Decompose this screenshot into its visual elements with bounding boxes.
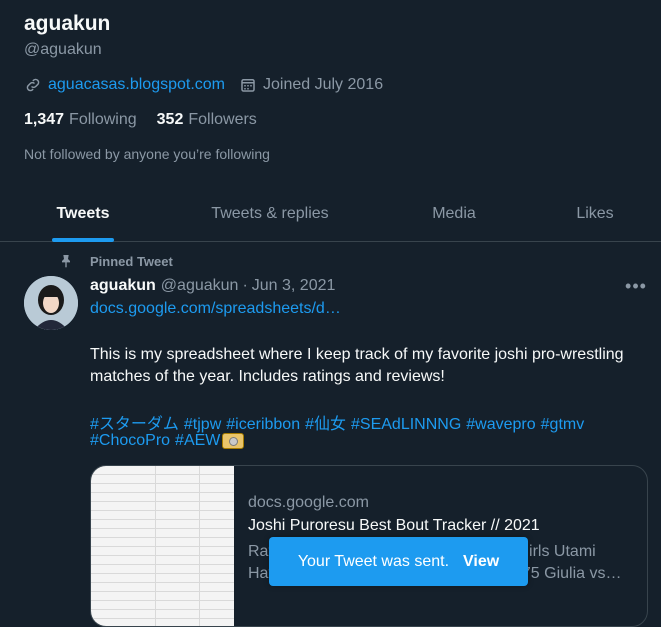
tab-tweets-and-replies[interactable]: Tweets & replies bbox=[200, 186, 340, 241]
hashtags-line-2: #ChocoPro #AEW bbox=[90, 432, 245, 450]
tweet-text: This is my spreadsheet where I keep trac… bbox=[90, 346, 624, 385]
hashtags-line-1: #スターダム #tjpw #iceribbon #仙女 #SEAdLINNNG #wave… bbox=[90, 410, 589, 434]
hashtag[interactable]: #tjpw bbox=[184, 416, 221, 433]
tab-likes-label: Likes bbox=[576, 204, 614, 222]
tab-replies-label: Tweets & replies bbox=[211, 204, 329, 222]
spreadsheet-thumbnail bbox=[91, 466, 234, 626]
active-tab-indicator bbox=[52, 238, 114, 242]
hashtag[interactable]: #スターダム bbox=[90, 416, 179, 433]
joined-item: Joined July 2016 bbox=[239, 76, 383, 94]
tweet-date[interactable]: Jun 3, 2021 bbox=[252, 277, 336, 295]
hashtag[interactable]: #AEW bbox=[175, 432, 220, 450]
website-item[interactable]: aguacasas.blogspot.com bbox=[24, 76, 225, 94]
card-domain: docs.google.com bbox=[248, 494, 369, 511]
following-count: 1,347 bbox=[24, 111, 65, 128]
followed-by-note: Not followed by anyone you’re following bbox=[24, 146, 270, 162]
pinned-label: Pinned Tweet bbox=[90, 253, 173, 269]
tab-tweets-label: Tweets bbox=[56, 204, 110, 222]
link-icon bbox=[26, 78, 40, 92]
tab-tweets[interactable]: Tweets bbox=[52, 186, 114, 242]
profile-tabs: Tweets Tweets & replies Media Likes bbox=[0, 186, 661, 242]
avatar-image bbox=[24, 276, 78, 330]
tweet-link[interactable]: docs.google.com/spreadsheets/d… bbox=[90, 300, 341, 318]
tweet-separator: · bbox=[242, 277, 248, 294]
toast-message: Your Tweet was sent. bbox=[297, 552, 450, 570]
championship-belt-icon bbox=[222, 433, 245, 449]
tweet-header: aguakun @aguakun · Jun 3, 2021 bbox=[90, 277, 335, 295]
following-link[interactable]: 1,347 Following bbox=[24, 111, 137, 129]
tweet-author-name[interactable]: aguakun bbox=[90, 277, 156, 295]
toast-view-button[interactable]: View bbox=[463, 553, 499, 571]
calendar-icon bbox=[241, 79, 255, 92]
tweet-author-handle[interactable]: @aguakun bbox=[161, 277, 239, 295]
hashtag[interactable]: #iceribbon bbox=[226, 416, 300, 433]
followers-link[interactable]: 352 Followers bbox=[157, 111, 257, 129]
tab-likes[interactable]: Likes bbox=[566, 186, 624, 241]
followers-count: 352 bbox=[156, 111, 184, 128]
card-title: Joshi Puroresu Best Bout Tracker // 2021 bbox=[248, 517, 540, 534]
profile-meta-row: aguacasas.blogspot.com Joined July 2016 bbox=[24, 76, 397, 94]
profile-display-name: aguakun bbox=[24, 12, 111, 35]
hashtag[interactable]: #SEAdLINNNG bbox=[351, 416, 461, 433]
pinned-indicator: Pinned Tweet bbox=[58, 253, 173, 269]
website-link[interactable]: aguacasas.blogspot.com bbox=[48, 76, 225, 94]
following-label: Following bbox=[69, 111, 137, 128]
tab-media-label: Media bbox=[432, 204, 476, 222]
hashtag[interactable]: #gtmv bbox=[541, 416, 585, 433]
joined-date: Joined July 2016 bbox=[263, 76, 384, 93]
tab-media[interactable]: Media bbox=[420, 186, 488, 241]
avatar[interactable] bbox=[24, 276, 78, 330]
profile-handle: @aguakun bbox=[24, 41, 102, 58]
followers-label: Followers bbox=[188, 111, 257, 128]
follow-counts: 1,347 Following 352 Followers bbox=[24, 111, 277, 129]
hashtag[interactable]: #wavepro bbox=[466, 416, 535, 433]
tweet-sent-toast: Your Tweet was sent. View bbox=[269, 537, 528, 586]
hashtag[interactable]: #仙女 bbox=[305, 416, 346, 433]
hashtag[interactable]: #ChocoPro bbox=[90, 432, 170, 450]
pin-icon bbox=[62, 255, 70, 268]
more-options-icon[interactable]: ••• bbox=[624, 276, 648, 296]
